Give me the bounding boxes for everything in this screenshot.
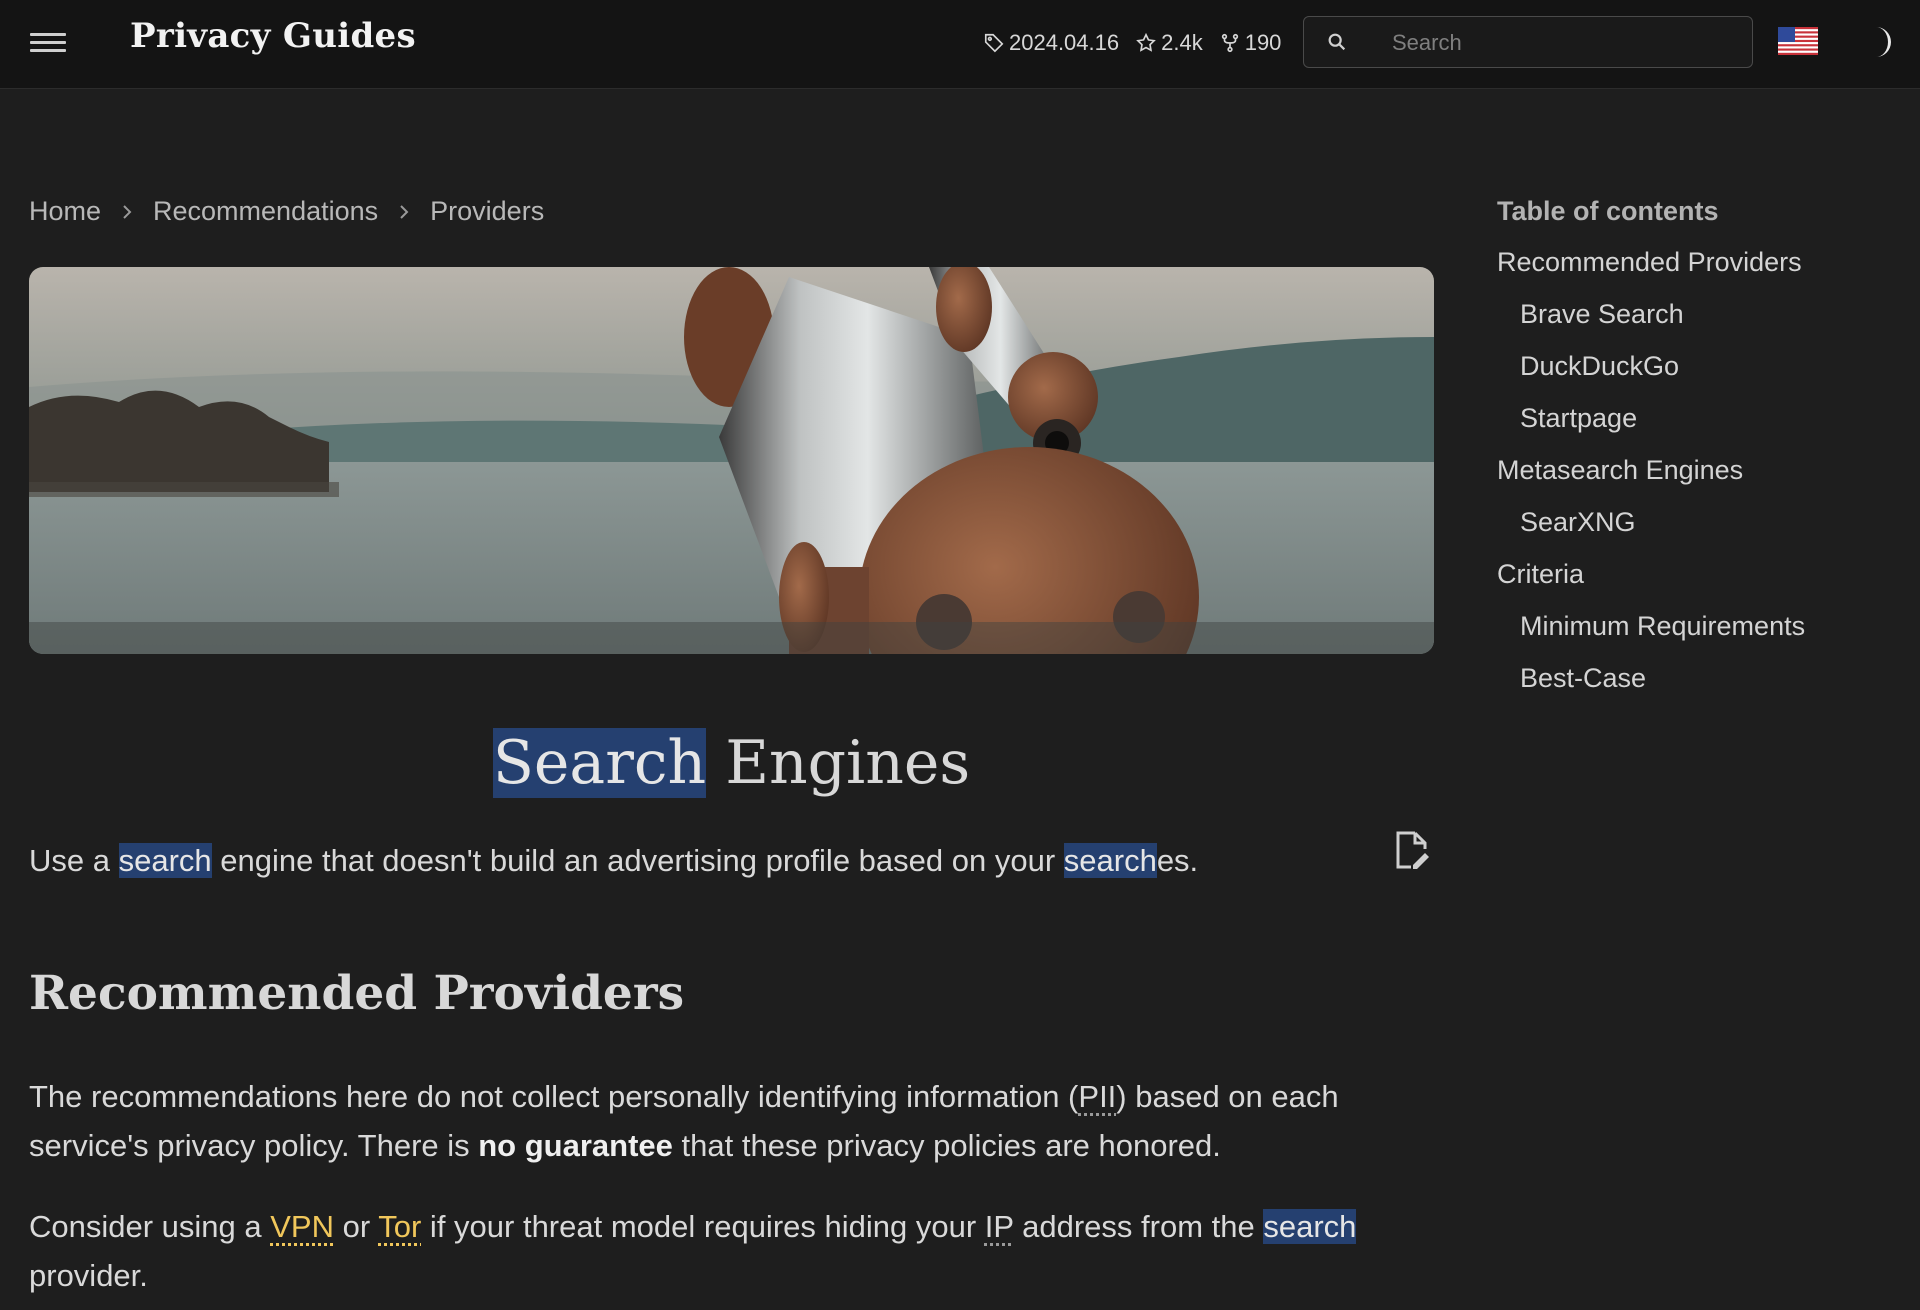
search-highlight: Search: [492, 728, 707, 798]
table-of-contents: Table of contents Recommended Providers …: [1497, 196, 1805, 713]
vpn-link[interactable]: VPN: [270, 1209, 334, 1244]
intro-text: Use a: [29, 843, 119, 878]
toc-item-recommended-providers[interactable]: Recommended Providers: [1497, 245, 1805, 297]
paragraph-text: that these privacy policies are honored.: [672, 1128, 1221, 1163]
paragraph-text: provider.: [29, 1258, 148, 1293]
hamburger-menu-icon[interactable]: [30, 28, 66, 58]
no-guarantee-emphasis: no guarantee: [478, 1128, 673, 1163]
chevron-right-icon: [123, 204, 132, 219]
half-moon-icon[interactable]: [1868, 24, 1898, 60]
privacy-policy-paragraph: The recommendations here do not collect …: [29, 1072, 1449, 1170]
toc-title: Table of contents: [1497, 196, 1719, 226]
toc-item-criteria[interactable]: Criteria: [1497, 557, 1805, 609]
hero-image: [29, 267, 1434, 654]
edit-page-icon[interactable]: [1393, 829, 1429, 871]
search-highlight: search: [1063, 843, 1157, 878]
stars-stat[interactable]: 2.4k: [1135, 30, 1203, 56]
version-stat[interactable]: 2024.04.16: [983, 30, 1119, 56]
paragraph-text: address from the: [1013, 1209, 1264, 1244]
page-title: Search Engines: [0, 728, 1463, 798]
tag-icon: [984, 33, 1004, 53]
search-input[interactable]: [1390, 25, 1734, 61]
search-highlight: search: [1263, 1209, 1357, 1244]
toc-item-metasearch-engines[interactable]: Metasearch Engines: [1497, 453, 1805, 505]
toc-item-duckduckgo[interactable]: DuckDuckGo: [1497, 349, 1805, 401]
breadcrumb-recommendations[interactable]: Recommendations: [153, 196, 378, 227]
vpn-tor-paragraph: Consider using a VPN or Tor if your thre…: [29, 1202, 1449, 1300]
flag-us-icon[interactable]: [1778, 27, 1818, 55]
top-navigation-bar: Privacy Guides 2024.04.16 2.4k 190: [0, 0, 1920, 89]
pii-abbreviation: PII: [1078, 1079, 1117, 1114]
toc-item-brave-search[interactable]: Brave Search: [1497, 297, 1805, 349]
site-title[interactable]: Privacy Guides: [130, 16, 416, 56]
paragraph-text: The recommendations here do not collect …: [29, 1079, 1079, 1114]
version-text: 2024.04.16: [1009, 30, 1120, 55]
stars-count: 2.4k: [1161, 30, 1203, 55]
toc-item-best-case[interactable]: Best-Case: [1497, 661, 1805, 713]
toc-item-startpage[interactable]: Startpage: [1497, 401, 1805, 453]
intro-paragraph: Use a search engine that doesn't build a…: [29, 843, 1198, 879]
tor-link[interactable]: Tor: [378, 1209, 421, 1244]
toc-item-searxng[interactable]: SearXNG: [1497, 505, 1805, 557]
paragraph-text: or: [334, 1209, 379, 1244]
toc-item-minimum-requirements[interactable]: Minimum Requirements: [1497, 609, 1805, 661]
breadcrumb-providers[interactable]: Providers: [430, 196, 544, 227]
chevron-right-icon: [400, 204, 409, 219]
forks-stat[interactable]: 190: [1219, 30, 1282, 56]
search-icon: [1328, 33, 1346, 51]
breadcrumb-home[interactable]: Home: [29, 196, 101, 227]
star-icon: [1136, 32, 1156, 52]
ip-abbreviation: IP: [984, 1209, 1014, 1244]
search-highlight: search: [118, 843, 212, 878]
forks-count: 190: [1244, 30, 1282, 55]
paragraph-text: if your threat model requires hiding you…: [421, 1209, 985, 1244]
section-heading-recommended-providers: Recommended Providers: [29, 966, 685, 1021]
paragraph-text: Consider using a: [29, 1209, 271, 1244]
intro-text: es.: [1156, 843, 1199, 878]
repository-stats[interactable]: 2024.04.16 2.4k 190: [983, 30, 1281, 56]
intro-text: engine that doesn't build an advertising…: [211, 843, 1064, 878]
fork-icon: [1221, 33, 1238, 53]
breadcrumb: Home Recommendations Providers: [29, 196, 544, 227]
search-box[interactable]: [1303, 16, 1753, 68]
page-title-rest: Engines: [706, 728, 971, 798]
